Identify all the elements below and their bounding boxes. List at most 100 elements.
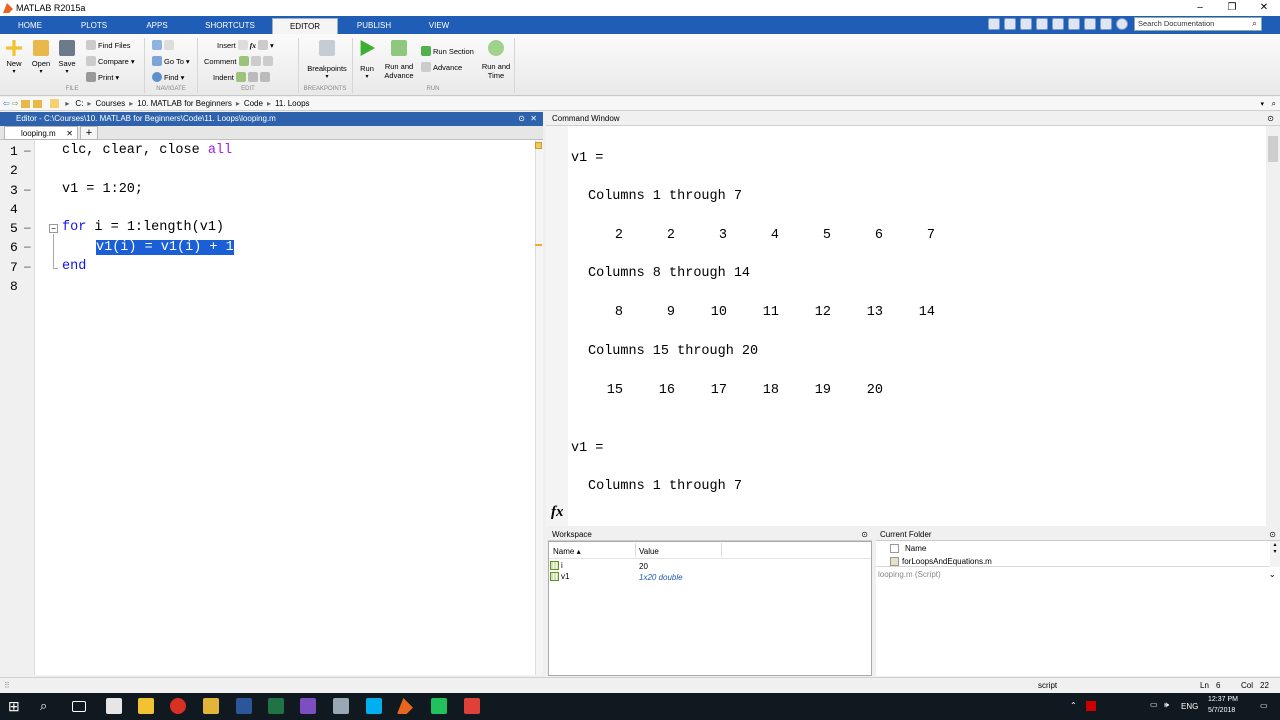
paste-icon[interactable] (1052, 18, 1064, 30)
up-folder-icon[interactable] (21, 99, 31, 108)
line-number: 8 (10, 279, 18, 294)
switch-windows-icon[interactable] (1100, 18, 1112, 30)
folder-scrollbar[interactable]: ▴ ▾ (1270, 541, 1280, 567)
breadcrumb-courses[interactable]: Courses (95, 99, 125, 108)
open-button[interactable]: Open ▾ (30, 40, 52, 75)
notifications-icon[interactable]: ▭ (1260, 701, 1268, 710)
print-button[interactable]: Print ▾ (86, 72, 119, 82)
run-and-time-button[interactable]: Run and Time (481, 40, 511, 80)
save-button[interactable]: Save ▾ (56, 40, 78, 75)
search-documentation-input[interactable]: Search Documentation (1134, 17, 1262, 31)
tray-date[interactable]: 5/7/2018 (1208, 707, 1235, 714)
workspace-row[interactable]: i (550, 561, 563, 571)
new-button[interactable]: New ▾ (3, 40, 25, 75)
comment-button[interactable]: Comment (204, 56, 273, 66)
breadcrumb-matlab-beginners[interactable]: 10. MATLAB for Beginners (137, 99, 232, 108)
go-to-button[interactable]: Go To ▾ (152, 56, 190, 66)
tab-shortcuts[interactable]: SHORTCUTS (192, 18, 268, 34)
start-windows-icon[interactable]: ⊞ (8, 698, 24, 714)
tray-time[interactable]: 12:37 PM (1208, 696, 1238, 703)
back-arrow-icon[interactable]: ⇦ (3, 99, 10, 108)
tab-view[interactable]: VIEW (414, 18, 464, 34)
breadcrumb-loops[interactable]: 11. Loops (275, 99, 310, 108)
search-folder-icon[interactable]: ⌕ (1272, 99, 1276, 109)
mail-app-icon[interactable] (106, 698, 122, 714)
workspace-row[interactable]: v1 (550, 572, 569, 582)
task-view-icon[interactable] (72, 701, 86, 712)
run-section-button[interactable]: Run Section (421, 46, 474, 56)
workspace-name-header[interactable]: Name ▴ (553, 547, 581, 556)
find-button[interactable]: Find ▾ (152, 72, 184, 82)
details-toggle-icon[interactable]: ⌄ (1268, 569, 1276, 580)
file-row[interactable]: forLoopsAndEquations.m (890, 557, 992, 567)
workspace-titlebar: Workspace ⊙ (548, 528, 872, 541)
workspace-menu-icon[interactable]: ⊙ (861, 528, 868, 541)
chrome-icon[interactable] (170, 698, 186, 714)
app-icon[interactable] (203, 698, 219, 714)
matlab-taskbar-icon[interactable] (397, 698, 413, 714)
app-icon[interactable] (333, 698, 349, 714)
tray-volume-icon[interactable]: 🕪 (1164, 700, 1169, 710)
command-window-menu-icon[interactable]: ⊙ (1267, 112, 1274, 126)
code-analyzer-indicator[interactable] (535, 142, 542, 149)
resize-grip-icon: ⠿ (4, 681, 10, 690)
browse-folder-icon[interactable] (33, 99, 43, 108)
path-dropdown-icon[interactable]: ▾ (1260, 100, 1264, 108)
folder-name-header[interactable]: Name (905, 544, 926, 553)
command-window-scrollbar[interactable] (1266, 126, 1280, 526)
visual-studio-icon[interactable] (300, 698, 316, 714)
copy-icon[interactable] (1036, 18, 1048, 30)
breadcrumb-code[interactable]: Code (244, 99, 263, 108)
warning-marker[interactable] (535, 244, 542, 246)
skype-icon[interactable] (366, 698, 382, 714)
compare-button[interactable]: Compare ▾ (86, 56, 135, 66)
command-prompt-fx-icon[interactable]: fx (551, 504, 564, 521)
run-button[interactable]: Run ▾ (356, 40, 378, 80)
word-icon[interactable] (236, 698, 252, 714)
back-forward-buttons[interactable] (152, 40, 174, 50)
insert-button[interactable]: Insert fx ▾ (217, 40, 274, 50)
excel-icon[interactable] (268, 698, 284, 714)
recorder-icon[interactable] (464, 698, 480, 714)
tray-network-icon[interactable]: ▭ (1150, 700, 1158, 709)
forward-arrow-icon[interactable]: ⇨ (12, 99, 19, 108)
camtasia-icon[interactable] (431, 698, 447, 714)
editor-scrollbar[interactable] (535, 140, 543, 675)
tray-chevron-icon[interactable]: ⌃ (1070, 701, 1077, 710)
editor-close-icon[interactable]: ✕ (530, 112, 537, 126)
help-icon[interactable] (1116, 18, 1128, 30)
layout-icon[interactable] (988, 18, 1000, 30)
editor-menu-icon[interactable]: ⊙ (518, 112, 525, 126)
tab-publish[interactable]: PUBLISH (344, 18, 404, 34)
tab-plots[interactable]: PLOTS (66, 18, 122, 34)
tab-editor[interactable]: EDITOR (272, 18, 338, 34)
new-tab-button[interactable]: + (80, 126, 98, 140)
undo-icon[interactable] (1068, 18, 1080, 30)
find-files-button[interactable]: Find Files (86, 40, 131, 50)
close-tab-icon[interactable]: ✕ (66, 127, 73, 140)
file-explorer-icon[interactable] (138, 698, 154, 714)
save-icon[interactable] (1004, 18, 1016, 30)
breakpoints-button[interactable]: Breakpoints ▾ (305, 40, 349, 80)
fold-toggle-icon[interactable]: − (49, 224, 58, 233)
tray-app-icon[interactable] (1086, 701, 1096, 711)
current-folder-menu-icon[interactable]: ⊙ (1269, 528, 1276, 541)
advance-button[interactable]: Advance (421, 62, 462, 72)
minimize-button[interactable]: – (1184, 0, 1216, 16)
tab-home[interactable]: HOME (4, 18, 56, 34)
close-window-button[interactable]: ✕ (1248, 0, 1280, 16)
maximize-button[interactable]: ❐ (1216, 0, 1248, 16)
command-window[interactable] (546, 126, 1280, 526)
tab-looping-m[interactable]: looping.m ✕ (4, 126, 78, 140)
select-all-checkbox[interactable] (890, 544, 899, 553)
tab-apps[interactable]: APPS (132, 18, 182, 34)
indent-button[interactable]: Indent (213, 72, 270, 82)
tray-language[interactable]: ENG (1181, 702, 1198, 711)
workspace-value-header[interactable]: Value (639, 547, 659, 556)
taskbar-search-icon[interactable]: ⌕ (40, 698, 56, 714)
breadcrumb-drive[interactable]: C: (75, 99, 83, 108)
run-and-advance-button[interactable]: Run and Advance (383, 40, 415, 80)
search-icon[interactable]: ⌕ (1252, 18, 1257, 29)
redo-icon[interactable] (1084, 18, 1096, 30)
cut-icon[interactable] (1020, 18, 1032, 30)
